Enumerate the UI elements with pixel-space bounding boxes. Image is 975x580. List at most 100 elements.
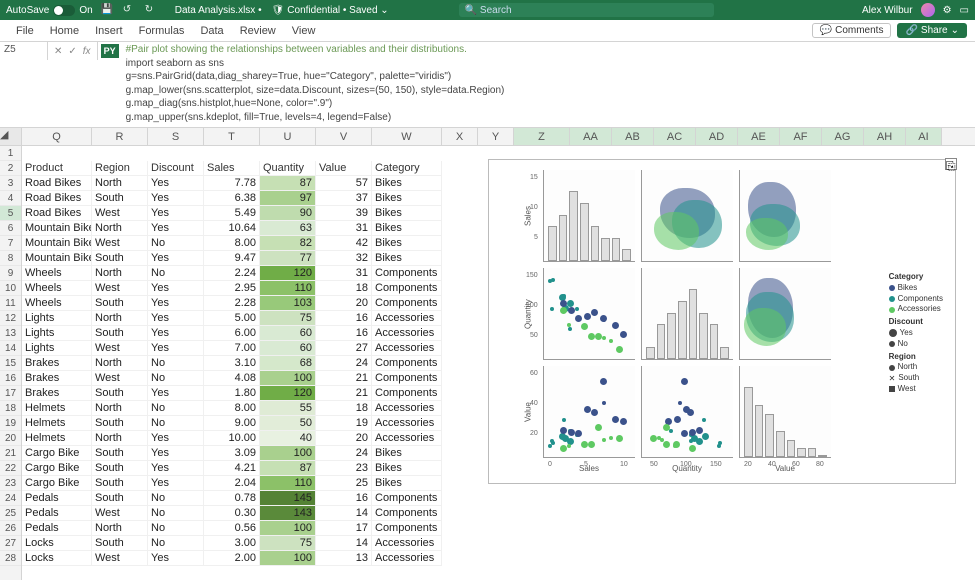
cell[interactable]: 2.00 (204, 551, 260, 566)
row-header[interactable]: 21 (0, 446, 21, 461)
cell[interactable]: Helmets (22, 431, 92, 446)
cell[interactable]: 145 (260, 491, 316, 506)
cell[interactable]: Bikes (372, 191, 442, 206)
cell[interactable]: 10.00 (204, 431, 260, 446)
cell[interactable]: 16 (316, 311, 372, 326)
cell[interactable]: 42 (316, 236, 372, 251)
tab-view[interactable]: View (284, 25, 324, 37)
cell[interactable]: 8.00 (204, 236, 260, 251)
cell[interactable]: Components (372, 266, 442, 281)
cell[interactable]: 68 (260, 356, 316, 371)
cell[interactable]: South (92, 386, 148, 401)
enter-icon[interactable]: ✓ (68, 46, 76, 57)
cell[interactable]: Bikes (372, 176, 442, 191)
cell[interactable]: Cargo Bike (22, 446, 92, 461)
cell[interactable]: 87 (260, 461, 316, 476)
cell[interactable]: 75 (260, 536, 316, 551)
cell[interactable]: Lights (22, 311, 92, 326)
username[interactable]: Alex Wilbur (862, 5, 913, 16)
cell[interactable]: 21 (316, 371, 372, 386)
cell[interactable]: Pedals (22, 506, 92, 521)
column-header[interactable]: AB (612, 128, 654, 145)
cell[interactable]: 143 (260, 506, 316, 521)
cell[interactable]: 100 (260, 551, 316, 566)
cell[interactable]: 57 (316, 176, 372, 191)
cell[interactable]: 8.00 (204, 401, 260, 416)
cell[interactable]: 60 (260, 326, 316, 341)
cell[interactable]: Components (372, 371, 442, 386)
cell[interactable]: 100 (260, 521, 316, 536)
cell[interactable]: Mountain Bike (22, 236, 92, 251)
table-header[interactable]: Product (22, 161, 92, 176)
cancel-icon[interactable]: ✕ (54, 46, 62, 57)
cell[interactable]: Bikes (372, 206, 442, 221)
column-header[interactable]: W (372, 128, 442, 145)
cell[interactable]: 10.64 (204, 221, 260, 236)
cell[interactable]: 60 (260, 341, 316, 356)
cell[interactable]: 75 (260, 311, 316, 326)
cell[interactable]: 110 (260, 476, 316, 491)
cell[interactable]: Bikes (372, 476, 442, 491)
table-header[interactable]: Category (372, 161, 442, 176)
cell[interactable]: Components (372, 386, 442, 401)
cell[interactable]: Mountain Bike (22, 221, 92, 236)
cell[interactable]: Components (372, 281, 442, 296)
cell[interactable]: West (92, 206, 148, 221)
cell[interactable]: 32 (316, 251, 372, 266)
cell[interactable]: West (92, 371, 148, 386)
cell[interactable]: 18 (316, 401, 372, 416)
cell[interactable]: 100 (260, 371, 316, 386)
cell[interactable]: Brakes (22, 371, 92, 386)
cell[interactable]: 14 (316, 536, 372, 551)
tab-review[interactable]: Review (232, 25, 284, 37)
chart-object[interactable]: ⎘ Sales 15 10 5 (488, 159, 956, 484)
cell[interactable]: Yes (148, 341, 204, 356)
cell[interactable]: No (148, 266, 204, 281)
row-header[interactable]: 26 (0, 521, 21, 536)
column-header[interactable]: AH (864, 128, 906, 145)
cell[interactable]: 90 (260, 206, 316, 221)
row-header[interactable]: 10 (0, 281, 21, 296)
cell[interactable]: Yes (148, 296, 204, 311)
cell[interactable]: Bikes (372, 221, 442, 236)
cell[interactable]: South (92, 476, 148, 491)
cell[interactable]: South (92, 191, 148, 206)
cell[interactable]: 9.00 (204, 416, 260, 431)
column-header[interactable]: AF (780, 128, 822, 145)
cell[interactable]: 3.10 (204, 356, 260, 371)
cell[interactable]: 2.28 (204, 296, 260, 311)
cell[interactable]: 39 (316, 206, 372, 221)
name-box[interactable]: Z5 (0, 42, 48, 60)
cell[interactable]: South (92, 326, 148, 341)
app-options-icon[interactable]: ⚙ (943, 5, 952, 16)
cell[interactable]: 16 (316, 491, 372, 506)
cell[interactable]: North (92, 356, 148, 371)
cell[interactable]: West (92, 551, 148, 566)
column-header[interactable]: S (148, 128, 204, 145)
cell[interactable]: 2.95 (204, 281, 260, 296)
cell[interactable]: Road Bikes (22, 206, 92, 221)
cell[interactable]: Wheels (22, 266, 92, 281)
cell[interactable]: Wheels (22, 296, 92, 311)
cell[interactable]: West (92, 236, 148, 251)
cell[interactable]: No (148, 491, 204, 506)
undo-icon[interactable]: ↺ (123, 4, 135, 16)
cell[interactable]: South (92, 446, 148, 461)
cell[interactable]: Lights (22, 326, 92, 341)
comments-button[interactable]: 💬 Comments (812, 23, 892, 38)
cell[interactable]: 0.30 (204, 506, 260, 521)
cell[interactable]: 3.09 (204, 446, 260, 461)
cell[interactable]: 1.80 (204, 386, 260, 401)
cell[interactable]: Accessories (372, 311, 442, 326)
cell[interactable]: Lights (22, 341, 92, 356)
cell[interactable]: Accessories (372, 401, 442, 416)
cell[interactable]: 5.00 (204, 311, 260, 326)
cell[interactable]: Accessories (372, 416, 442, 431)
cell[interactable]: 2.04 (204, 476, 260, 491)
cell[interactable]: Yes (148, 476, 204, 491)
row-header[interactable]: 5 (0, 206, 21, 221)
cell[interactable]: South (92, 461, 148, 476)
cell[interactable]: 63 (260, 221, 316, 236)
cell[interactable]: Components (372, 506, 442, 521)
cell[interactable]: 31 (316, 221, 372, 236)
